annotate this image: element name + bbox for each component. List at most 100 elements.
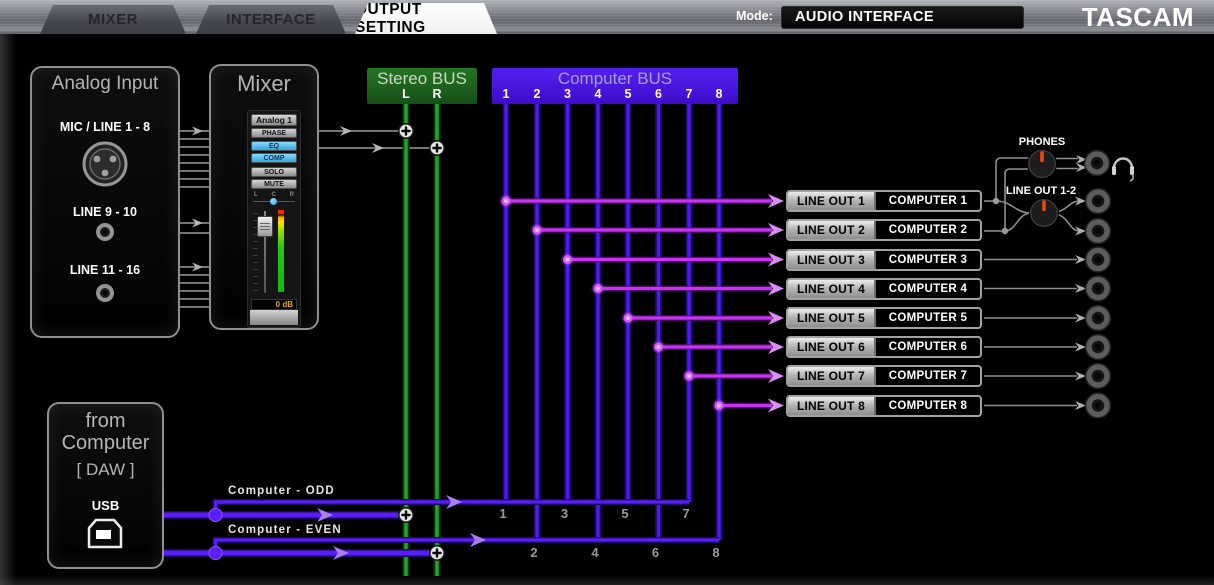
usb-junction-dots	[209, 509, 222, 560]
even-tap-4: 4	[587, 545, 603, 560]
line-out-1-source-select[interactable]: COMPUTER 1	[876, 192, 980, 210]
strip-footer	[250, 310, 298, 325]
odd-tap-7: 7	[678, 506, 694, 521]
even-tap-2: 2	[526, 545, 542, 560]
even-tap-6: 6	[648, 545, 664, 560]
odd-tap-5: 5	[617, 506, 633, 521]
route-arrows	[768, 194, 784, 413]
fader-handle[interactable]	[257, 216, 273, 237]
computer-bus-3: 3	[561, 87, 575, 101]
computer-odd-label: Computer - ODD	[228, 485, 335, 497]
phones-label: PHONES	[1012, 136, 1072, 148]
lineout12-volume-knob[interactable]	[1030, 199, 1059, 228]
line-out-row-1: LINE OUT 1 COMPUTER 1	[786, 190, 982, 212]
line-out-row-8: LINE OUT 8 COMPUTER 8	[786, 395, 982, 417]
mode-label: Mode:	[736, 9, 773, 23]
stereo-bus-header: Stereo BUS L R	[367, 68, 477, 104]
odd-tap-3: 3	[557, 506, 573, 521]
route-tap-dots	[500, 195, 726, 413]
input-label-line-11-16: LINE 11 - 16	[32, 263, 178, 277]
line-out-row-5: LINE OUT 5 COMPUTER 5	[786, 307, 982, 329]
line-out-5-label: LINE OUT 5	[788, 309, 876, 327]
stereo-bus-lines	[406, 104, 437, 576]
jack-2	[1086, 219, 1111, 244]
computer-bus-2: 2	[530, 87, 544, 101]
mixer-output-wires	[319, 126, 430, 153]
mixer-channel-strip: Analog 1 PHASE EQ COMP SOLO MUTE L C R 0…	[247, 110, 301, 328]
pan-control: L C R	[251, 192, 297, 205]
computer-bus-1: 1	[499, 87, 513, 101]
input-label-line-9-10: LINE 9 - 10	[32, 205, 178, 219]
from-computer-block: from Computer [ DAW ] USB	[47, 402, 164, 569]
phones-volume-knob[interactable]	[1028, 150, 1057, 179]
computer-bus-8: 8	[712, 87, 726, 101]
tab-interface[interactable]: INTERFACE	[196, 5, 346, 34]
jack-5	[1086, 306, 1111, 331]
computer-bus-7: 7	[682, 87, 696, 101]
line-out-2-source-select[interactable]: COMPUTER 2	[876, 221, 980, 239]
from-computer-line1: from	[49, 410, 162, 432]
pan-knob[interactable]	[270, 198, 277, 205]
fader-section	[251, 209, 297, 295]
jack-8	[1086, 393, 1111, 418]
line-out-5-source-select[interactable]: COMPUTER 5	[876, 309, 980, 327]
mute-button[interactable]: MUTE	[251, 179, 297, 189]
line-out-row-2: LINE OUT 2 COMPUTER 2	[786, 219, 982, 241]
eq-button[interactable]: EQ	[251, 141, 297, 151]
line-out-row-4: LINE OUT 4 COMPUTER 4	[786, 278, 982, 300]
line-out-8-label: LINE OUT 8	[788, 397, 876, 415]
line-out-4-source-select[interactable]: COMPUTER 4	[876, 280, 980, 298]
computer-bus-4: 4	[591, 87, 605, 101]
line-out-4-label: LINE OUT 4	[788, 280, 876, 298]
mode-select[interactable]: AUDIO INTERFACE	[781, 6, 1024, 29]
stereo-bus-r: R	[430, 87, 444, 101]
line-out-6-label: LINE OUT 6	[788, 338, 876, 356]
analog-input-block: Analog Input MIC / LINE 1 - 8 LINE 9 - 1…	[30, 66, 180, 338]
jack-7	[1086, 364, 1111, 389]
panel-edge-bottom	[0, 575, 1214, 585]
tab-mixer[interactable]: MIXER	[40, 5, 186, 34]
analog-input-title: Analog Input	[32, 73, 178, 95]
phones-jack	[1085, 151, 1110, 176]
jack-1	[1086, 189, 1111, 214]
line-out-row-6: LINE OUT 6 COMPUTER 6	[786, 336, 982, 358]
line-out-2-label: LINE OUT 2	[788, 221, 876, 239]
computer-bus-header: Computer BUS 1 2 3 4 5 6 7 8	[492, 68, 738, 104]
computer-bus-6: 6	[652, 87, 666, 101]
comp-button[interactable]: COMP	[251, 153, 297, 163]
line-out-6-source-select[interactable]: COMPUTER 6	[876, 338, 980, 356]
line-out-7-source-select[interactable]: COMPUTER 7	[876, 367, 980, 385]
line-out-3-label: LINE OUT 3	[788, 251, 876, 269]
line-out-8-source-select[interactable]: COMPUTER 8	[876, 397, 980, 415]
output-split-dots	[993, 198, 1008, 234]
top-bar: MIXER INTERFACE OUTPUT SETTING Mode: AUD…	[0, 0, 1214, 34]
solo-button[interactable]: SOLO	[251, 167, 297, 177]
line-out-1-2-label: LINE OUT 1-2	[1002, 185, 1080, 197]
gain-readout: 0 dB	[251, 299, 297, 310]
usb-label: USB	[49, 498, 162, 513]
from-computer-daw: [ DAW ]	[49, 460, 162, 480]
phase-button[interactable]: PHASE	[251, 128, 297, 138]
panel-edge-left	[0, 34, 16, 585]
analog-input-wires	[180, 131, 209, 307]
stereo-bus-l: L	[399, 87, 413, 101]
line-out-1-label: LINE OUT 1	[788, 192, 876, 210]
channel-select-button[interactable]: Analog 1	[251, 114, 297, 126]
jack-6	[1086, 335, 1111, 360]
from-computer-line2: Computer	[49, 432, 162, 454]
stereo-bus-title: Stereo BUS	[367, 68, 477, 89]
output-jacks	[1085, 151, 1111, 419]
computer-even-label: Computer - EVEN	[228, 524, 342, 536]
output-setting-screen: MIXER INTERFACE OUTPUT SETTING Mode: AUD…	[0, 0, 1214, 585]
tab-output-setting[interactable]: OUTPUT SETTING	[355, 3, 497, 34]
computer-bus-5: 5	[621, 87, 635, 101]
line-out-row-3: LINE OUT 3 COMPUTER 3	[786, 249, 982, 271]
computer-bus-title: Computer BUS	[492, 68, 738, 89]
line-out-3-source-select[interactable]: COMPUTER 3	[876, 251, 980, 269]
sum-nodes	[399, 124, 444, 560]
computer-bus-lines	[506, 104, 719, 540]
line-out-row-7: LINE OUT 7 COMPUTER 7	[786, 365, 982, 387]
usb-routing-arrows	[317, 495, 486, 560]
jack-4	[1086, 276, 1111, 301]
headphones-icon	[1112, 159, 1134, 182]
